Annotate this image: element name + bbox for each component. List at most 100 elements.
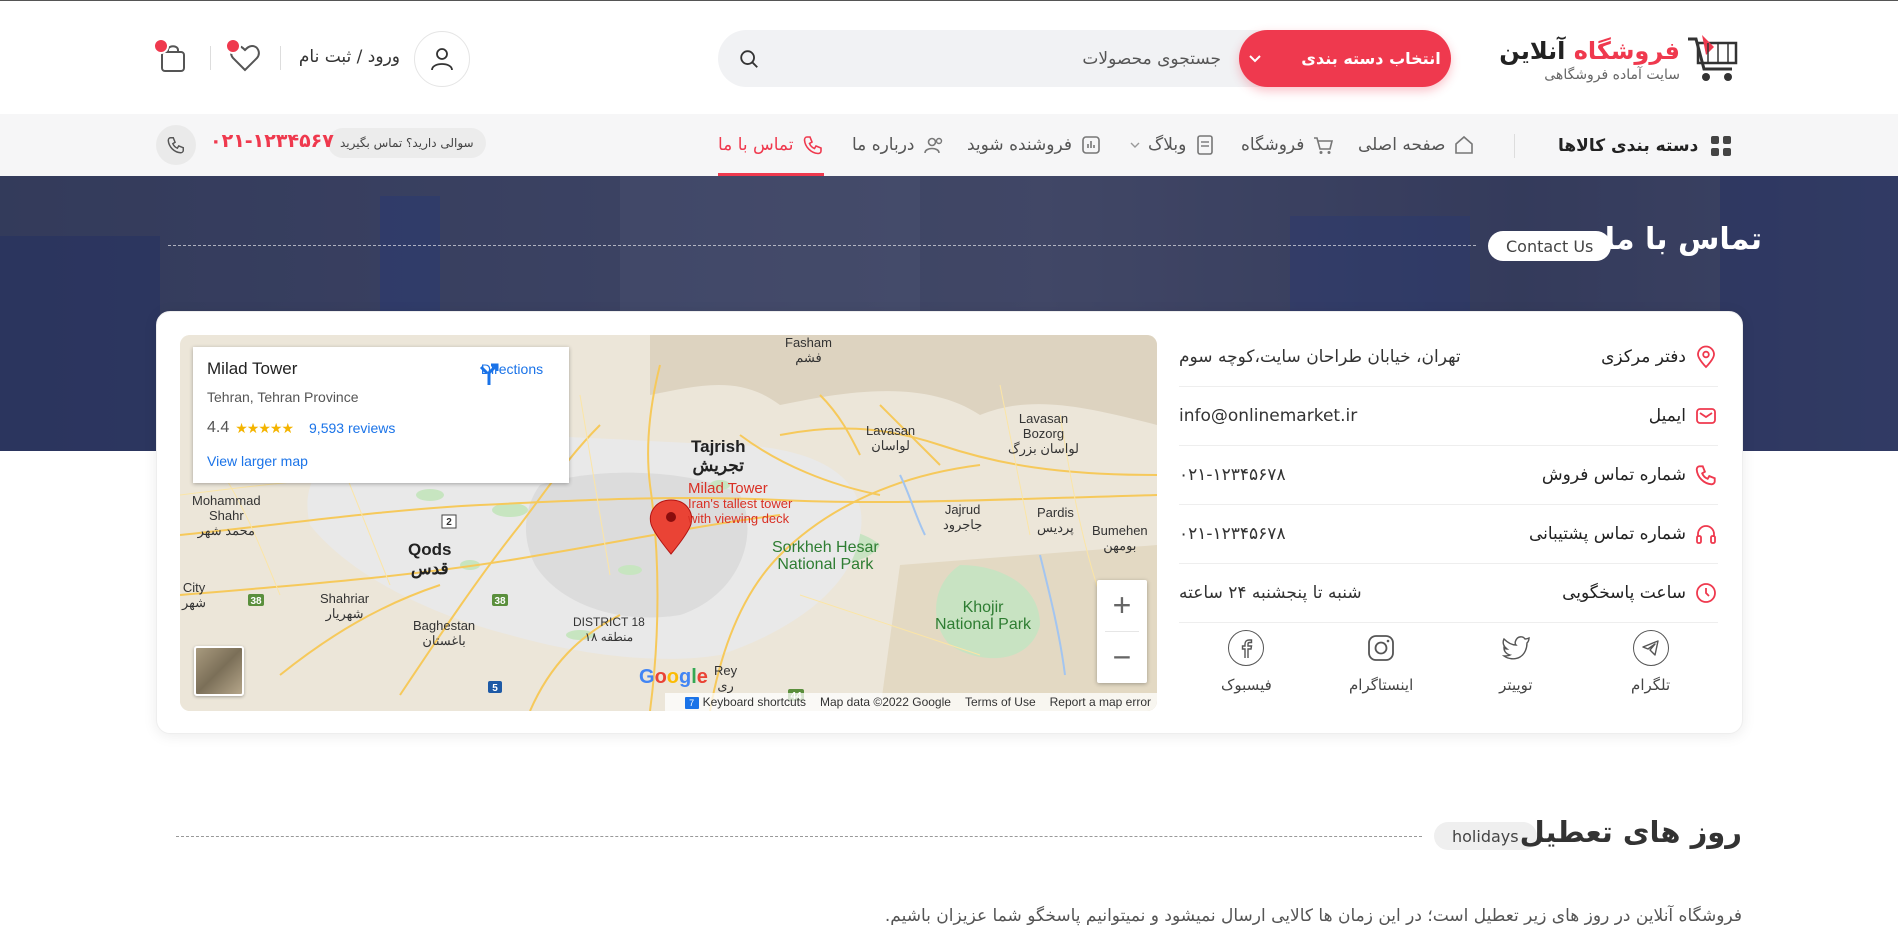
- wishlist-button[interactable]: [225, 38, 264, 77]
- search-bar: انتخاب دسته بندی: [718, 30, 1451, 87]
- categories-label: دسته بندی کالاها: [1558, 136, 1699, 156]
- site-header: فروشگاه آنلاین سایت آماده فروشگاهی انتخا…: [0, 0, 1898, 114]
- map-label-shahriar: Shahriar شهریار: [320, 591, 370, 621]
- zoom-in-button[interactable]: +: [1097, 580, 1147, 631]
- social-instagram[interactable]: اینستاگرام: [1321, 630, 1441, 720]
- reviews-link[interactable]: 9,593 reviews: [309, 420, 395, 436]
- nav-item-label: تماس با ما: [718, 135, 794, 155]
- cart-icon: [1314, 137, 1334, 154]
- contact-label: دفتر مرکزی: [1601, 347, 1686, 367]
- directions-icon: [479, 363, 499, 385]
- login-register-link[interactable]: ورود / ثبت نام: [290, 31, 470, 87]
- instagram-icon: [1363, 630, 1399, 666]
- holidays-text: فروشگاه آنلاین در روز های زیر تعطیل است؛…: [884, 906, 1742, 926]
- map-label-fasham: Fasham فشم: [785, 335, 832, 365]
- nav-item-about[interactable]: درباره ما: [852, 114, 945, 176]
- contact-value: شنبه تا پنجشنبه ۲۴ ساعته: [1179, 583, 1362, 603]
- map-label-qods: Qods قدس: [408, 540, 452, 578]
- chevron-down-icon: [1130, 142, 1140, 148]
- map-label-lavasan-bozorg: Lavasan Bozorg لواسان بزرگ: [1008, 411, 1080, 456]
- location-icon: [1697, 345, 1715, 369]
- place-info-card: Milad Tower Tehran, Tehran Province 4.4 …: [193, 347, 569, 483]
- banner-pill: Contact Us: [1488, 231, 1612, 261]
- phone-icon: [803, 136, 822, 155]
- contact-info-list: دفتر مرکزی تهران، خیابان طراحان سایت،کوچ…: [1179, 328, 1718, 623]
- twitter-icon: [1498, 630, 1534, 666]
- nav-item-label: صفحه اصلی: [1358, 135, 1446, 155]
- home-icon: [1455, 135, 1474, 154]
- nav-item-label: وبلاگ: [1148, 135, 1187, 155]
- map-label-baghestan: Baghestan باغستان: [413, 618, 476, 648]
- nav-item-home[interactable]: صفحه اصلی: [1358, 114, 1475, 176]
- view-larger-map-link[interactable]: View larger map: [207, 453, 308, 469]
- map-label-mohammad-shahr: Mohammad Shahr محمد شهر: [192, 493, 261, 538]
- clock-icon: [1696, 583, 1716, 603]
- keyboard-shortcuts-link[interactable]: 7 Keyboard shortcuts: [684, 695, 806, 709]
- cart-button[interactable]: [153, 38, 192, 77]
- social-label: توییتر: [1499, 676, 1533, 694]
- contact-label: شماره تماس فروش: [1541, 465, 1686, 485]
- header-divider: [280, 46, 281, 70]
- main-nav: دسته بندی کالاها صفحه اصلی فروشگاه وبلاگ…: [0, 114, 1898, 176]
- holidays-title: روز های تعطیل: [1519, 815, 1742, 849]
- site-logo[interactable]: فروشگاه آنلاین سایت آماده فروشگاهی: [1499, 31, 1740, 91]
- zoom-control: + −: [1097, 580, 1147, 683]
- header-divider: [210, 46, 211, 70]
- social-facebook[interactable]: فیسبوک: [1186, 630, 1306, 720]
- svg-text:5: 5: [492, 683, 498, 694]
- google-map[interactable]: 2 38 38 5 44 Fashamفشم Tajrishتجریش Lava…: [180, 335, 1157, 711]
- svg-text:38: 38: [494, 596, 506, 607]
- search-icon[interactable]: [738, 48, 760, 70]
- category-select-button[interactable]: انتخاب دسته بندی: [1239, 30, 1451, 87]
- contact-row-support-phone: شماره تماس پشتیبانی ۰۲۱-۱۲۳۴۵۶۷۸: [1179, 505, 1718, 564]
- contact-value[interactable]: info@onlinemarket.ir: [1179, 406, 1357, 426]
- facebook-icon: [1228, 630, 1265, 666]
- map-footer: 7 Keyboard shortcuts Map data ©2022 Googl…: [664, 693, 1157, 711]
- nav-item-blog[interactable]: وبلاگ: [1130, 114, 1216, 176]
- contact-label: شماره تماس پشتیبانی: [1528, 524, 1686, 544]
- categories-menu[interactable]: دسته بندی کالاها: [1558, 131, 1732, 161]
- question-pill: سوالی دارید؟ تماس بگیرید: [328, 128, 486, 158]
- cart-logo-icon: [1688, 35, 1738, 81]
- map-label-city: City شهر: [182, 580, 207, 610]
- users-icon: [923, 137, 942, 154]
- map-marker-label[interactable]: Milad Tower Iran's tallest tower with vi…: [688, 481, 792, 526]
- svg-text:2: 2: [446, 517, 452, 528]
- report-error-link[interactable]: Report a map error: [1050, 695, 1151, 709]
- satellite-toggle[interactable]: [194, 646, 244, 696]
- contact-value: تهران، خیابان طراحان سایت،کوچه سوم: [1179, 347, 1461, 367]
- page-title: تماس با ما: [1604, 222, 1762, 257]
- map-label-lavasan: Lavasan لواسان: [866, 423, 916, 453]
- nav-phone-number[interactable]: ۰۲۱-۱۲۳۴۵۶۷: [210, 130, 334, 152]
- map-label-district-18: DISTRICT 18 منطقه ۱۸: [573, 615, 645, 644]
- contact-value[interactable]: ۰۲۱-۱۲۳۴۵۶۷۸: [1179, 524, 1286, 544]
- logo-subtitle: سایت آماده فروشگاهی: [1544, 67, 1680, 83]
- zoom-out-button[interactable]: −: [1097, 632, 1147, 683]
- nav-item-contact[interactable]: تماس با ما: [718, 114, 824, 176]
- map-label-tajrish: Tajrish تجریش: [691, 437, 746, 475]
- grid-icon: [1711, 136, 1732, 156]
- social-label: اینستاگرام: [1349, 676, 1414, 694]
- search-input[interactable]: [801, 30, 1221, 87]
- phone-icon: [1695, 465, 1716, 486]
- google-logo: Google: [639, 666, 708, 688]
- contact-value[interactable]: ۰۲۱-۱۲۳۴۵۶۷۸: [1179, 465, 1286, 485]
- place-region: Tehran, Tehran Province: [207, 389, 359, 405]
- contact-label: ایمیل: [1648, 406, 1686, 426]
- terms-link[interactable]: Terms of Use: [965, 695, 1036, 709]
- social-telegram[interactable]: تلگرام: [1591, 630, 1711, 720]
- directions-button[interactable]: Directions: [477, 361, 547, 385]
- social-label: فیسبوک: [1220, 676, 1272, 694]
- nav-divider: [1514, 134, 1515, 158]
- social-twitter[interactable]: توییتر: [1456, 630, 1576, 720]
- contact-label: ساعت پاسخگویی: [1562, 583, 1686, 603]
- login-register-label: ورود / ثبت نام: [298, 47, 400, 67]
- map-label-bumehen: Bumehen بومهن: [1092, 523, 1148, 553]
- contact-card: دفتر مرکزی تهران، خیابان طراحان سایت،کوچ…: [156, 311, 1743, 734]
- nav-item-shop[interactable]: فروشگاه: [1241, 114, 1334, 176]
- rating-stars: ★★★★★: [235, 419, 294, 436]
- phone-icon[interactable]: [156, 125, 196, 165]
- logo-title: فروشگاه آنلاین: [1499, 37, 1680, 65]
- nav-item-become-seller[interactable]: فروشنده شوید: [967, 114, 1102, 176]
- telegram-icon: [1632, 630, 1669, 666]
